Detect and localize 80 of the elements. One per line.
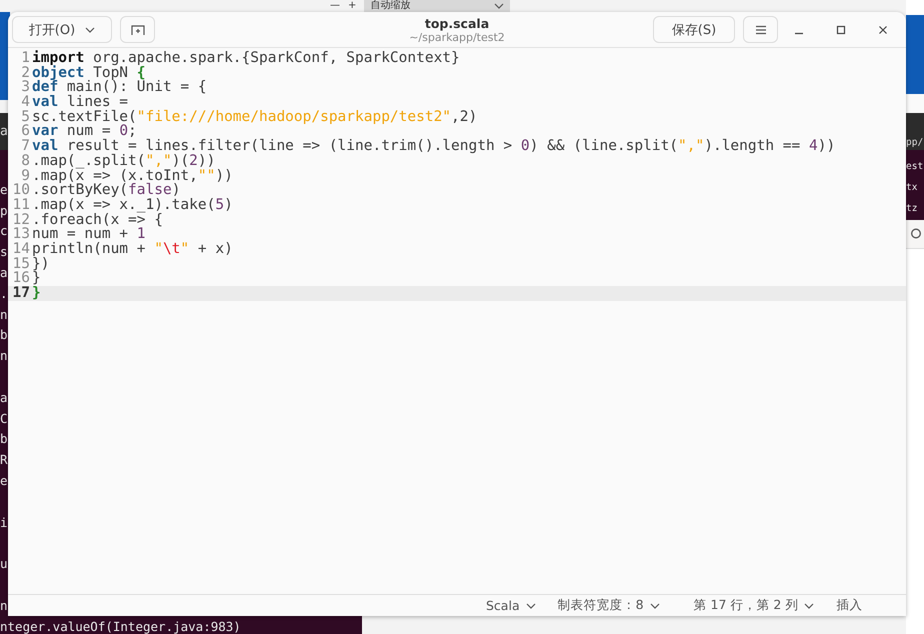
insert-mode-label: 插入	[836, 597, 862, 614]
code-line: .map(_.split(",")(2))	[31, 154, 216, 168]
line-number: 11	[12, 198, 30, 213]
code-line: }	[31, 286, 41, 301]
close-icon[interactable]	[878, 24, 888, 34]
terminal-line: b	[0, 432, 8, 446]
terminal-line: tx	[906, 181, 918, 195]
terminal-line: i	[0, 516, 8, 530]
caret-icon	[650, 602, 660, 608]
terminal-line: s	[0, 245, 8, 260]
open-button[interactable]: 打开(O)	[12, 16, 112, 43]
language-selector[interactable]: Scala	[486, 598, 536, 613]
terminal-line: p	[0, 204, 8, 218]
terminal-line: tz	[906, 202, 918, 216]
zoom-out-button[interactable]: —	[330, 1, 340, 11]
save-button[interactable]: 保存(S)	[653, 16, 735, 43]
terminal-line: u	[0, 557, 8, 572]
line-number: 9	[21, 168, 30, 184]
line-number: 1	[20, 51, 30, 66]
code-line: }	[31, 271, 41, 286]
line-number: 15	[12, 256, 30, 272]
line-number: 14	[12, 242, 30, 257]
zoom-in-button[interactable]: +	[348, 1, 356, 11]
line-number: 17	[12, 286, 30, 301]
caret-icon	[494, 3, 504, 9]
line-number: 13	[12, 227, 30, 242]
code-line: def main(): Unit = {	[31, 80, 207, 96]
search-icon[interactable]	[910, 228, 922, 240]
line-number: 7	[20, 139, 30, 154]
line-number: 8	[20, 154, 30, 168]
terminal-line: b	[0, 328, 8, 342]
line-number: 5	[20, 110, 30, 124]
terminal-line: n	[0, 598, 8, 613]
terminal-title: a	[0, 124, 8, 139]
window-subtitle: ~/sparkapp/test2	[408, 31, 506, 44]
caret-icon	[85, 26, 96, 32]
line-number: 12	[12, 212, 30, 228]
terminal-line: e	[0, 474, 8, 488]
terminal-line: n	[0, 308, 8, 322]
new-tab-icon	[130, 24, 144, 36]
code-line: println(num + "\t" + x)	[31, 242, 233, 257]
terminal-title: pp/	[906, 137, 924, 148]
terminal-line: .	[0, 286, 8, 301]
menu-icon	[754, 24, 766, 34]
code-line: .foreach(x => {	[31, 212, 163, 228]
code-line: num = num + 1	[31, 227, 146, 242]
line-number: 4	[20, 95, 30, 110]
window-title: top.scala	[424, 16, 490, 31]
code-line: sc.textFile("file:///home/hadoop/sparkapp/test2",2)	[31, 110, 478, 124]
code-line: .sortByKey(false)	[31, 183, 180, 198]
code-line: var num = 0;	[31, 124, 137, 140]
code-line: object TopN {	[31, 66, 146, 80]
terminal-line: c	[0, 224, 8, 238]
terminal-line: R	[0, 453, 8, 468]
code-line: import org.apache.spark.{SparkConf, SparkContext}	[31, 51, 460, 66]
new-tab-button[interactable]	[120, 16, 155, 43]
code-line: })	[31, 256, 50, 272]
code-line: .map(x => x._1).take(5)	[31, 198, 233, 213]
terminal-line: a	[0, 266, 8, 280]
code-line: val lines =	[31, 95, 128, 110]
terminal-line: n	[0, 349, 8, 364]
code-line: .map(x => (x.toInt,""))	[31, 168, 233, 184]
maximize-icon[interactable]	[836, 24, 846, 34]
terminal-line: C	[0, 412, 8, 426]
tab-width-selector[interactable]: 制表符宽度：8	[558, 597, 660, 614]
terminal-line: a	[0, 390, 8, 405]
cursor-position[interactable]: 第 17 行，第 2 列	[694, 597, 814, 614]
line-number: 6	[20, 124, 30, 140]
terminal-line: est	[906, 160, 924, 174]
caret-icon	[804, 602, 814, 608]
terminal-line: nteger.valueOf(Integer.java:983)	[0, 620, 241, 634]
caret-icon	[526, 602, 536, 608]
line-number: 10	[12, 183, 30, 198]
zoom-dropdown[interactable]: 自动缩放	[364, 0, 510, 12]
menu-button[interactable]	[743, 16, 778, 43]
line-number: 3	[20, 80, 30, 96]
terminal-line: e	[0, 182, 8, 197]
line-number: 2	[20, 66, 30, 80]
code-line: val result = lines.filter(line => (line.trim().length > 0) && (line.split(",").length == 4))	[31, 139, 836, 154]
line-number: 16	[12, 271, 30, 286]
